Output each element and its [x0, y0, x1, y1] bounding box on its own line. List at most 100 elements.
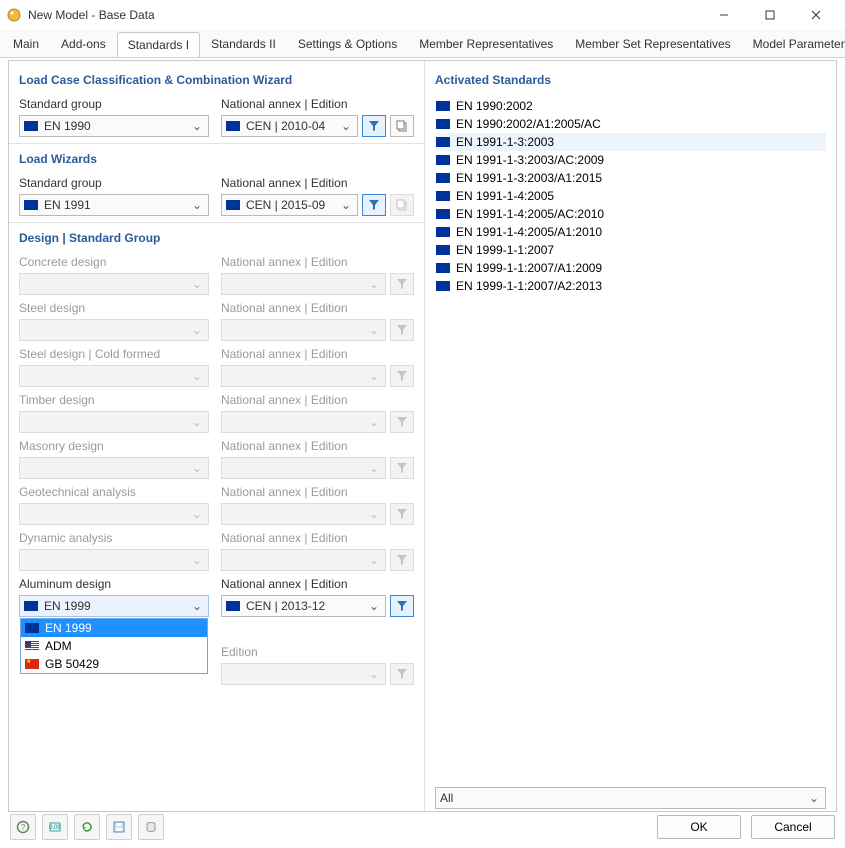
- tab-settings-options[interactable]: Settings & Options: [287, 31, 408, 56]
- label-design-annex-5: National annex | Edition: [221, 485, 386, 499]
- activated-standard-text: EN 1999-1-1:2007: [456, 243, 554, 257]
- chevron-down-icon: ⌄: [190, 415, 204, 429]
- chevron-down-icon: ⌄: [190, 507, 204, 521]
- edition-select: ⌄: [221, 663, 386, 685]
- section-load-wizards-title: Load Wizards: [19, 152, 414, 166]
- activated-standard-item[interactable]: EN 1991-1-3:2003/AC:2009: [435, 151, 826, 169]
- loadwizards-standard-group-value: EN 1991: [44, 198, 190, 212]
- tab-addons[interactable]: Add-ons: [50, 31, 117, 56]
- loadwizards-annex-value: CEN | 2015-09: [246, 198, 339, 212]
- design-standard-select-2: ⌄: [19, 365, 209, 387]
- flag-eu-icon: [24, 121, 38, 131]
- label-design-1: Steel design: [19, 301, 209, 315]
- aluminum-option-adm[interactable]: ADM: [21, 637, 207, 655]
- chevron-down-icon: ⌄: [367, 415, 381, 429]
- chevron-down-icon: ⌄: [190, 323, 204, 337]
- loadwizards-standard-group-select[interactable]: EN 1991 ⌄: [19, 194, 209, 216]
- flag-eu-icon: [24, 200, 38, 210]
- right-panel: Activated Standards EN 1990:2002EN 1990:…: [424, 61, 836, 811]
- option-label: ADM: [45, 639, 72, 653]
- flag-eu-icon: [436, 263, 450, 273]
- tab-standards-ii[interactable]: Standards II: [200, 31, 287, 56]
- loadcase-standard-group-select[interactable]: EN 1990 ⌄: [19, 115, 209, 137]
- chevron-down-icon: ⌄: [339, 198, 353, 212]
- activated-standard-item[interactable]: EN 1991-1-3:2003/A1:2015: [435, 169, 826, 187]
- tool-save-button[interactable]: [106, 814, 132, 840]
- flag-eu-icon: [436, 119, 450, 129]
- loadcase-copy-button[interactable]: [390, 115, 414, 137]
- chevron-down-icon: ⌄: [367, 461, 381, 475]
- chevron-down-icon: ⌄: [190, 119, 204, 133]
- minimize-button[interactable]: [701, 0, 747, 30]
- loadcase-annex-value: CEN | 2010-04: [246, 119, 339, 133]
- section-load-case-title: Load Case Classification & Combination W…: [19, 73, 414, 87]
- aluminum-dropdown-list: EN 1999 ADM GB 50429: [20, 618, 208, 674]
- flag-cn-icon: [25, 659, 39, 669]
- activated-standard-item[interactable]: EN 1999-1-1:2007/A2:2013: [435, 277, 826, 295]
- label-design-0: Concrete design: [19, 255, 209, 269]
- tab-model-parameters[interactable]: Model Parameters: [742, 31, 845, 56]
- label-design-annex-1: National annex | Edition: [221, 301, 386, 315]
- tool-database-button[interactable]: [138, 814, 164, 840]
- flag-eu-icon: [24, 601, 38, 611]
- tool-units-button[interactable]: 0,00: [42, 814, 68, 840]
- loadwizards-annex-select[interactable]: CEN | 2015-09 ⌄: [221, 194, 358, 216]
- flag-eu-icon: [226, 601, 240, 611]
- activated-standard-item[interactable]: EN 1991-1-3:2003: [435, 133, 826, 151]
- aluminum-annex-select[interactable]: CEN | 2013-12 ⌄: [221, 595, 386, 617]
- dialog-body: Load Case Classification & Combination W…: [8, 60, 837, 812]
- activated-standard-text: EN 1990:2002/A1:2005/AC: [456, 117, 601, 131]
- chevron-down-icon: ⌄: [367, 667, 381, 681]
- tool-refresh-button[interactable]: [74, 814, 100, 840]
- design-filter-button-1: [390, 319, 414, 341]
- chevron-down-icon: ⌄: [190, 553, 204, 567]
- label-standard-group-2: Standard group: [19, 176, 209, 190]
- tab-main[interactable]: Main: [2, 31, 50, 56]
- design-standard-select-6: ⌄: [19, 549, 209, 571]
- aluminum-option-en1999[interactable]: EN 1999: [21, 619, 207, 637]
- activated-standard-item[interactable]: EN 1999-1-1:2007: [435, 241, 826, 259]
- titlebar: New Model - Base Data: [0, 0, 845, 30]
- label-design-3: Timber design: [19, 393, 209, 407]
- label-national-annex-2: National annex | Edition: [221, 176, 358, 190]
- activated-standard-item[interactable]: EN 1991-1-4:2005/A1:2010: [435, 223, 826, 241]
- close-button[interactable]: [793, 0, 839, 30]
- loadwizards-copy-button: [390, 194, 414, 216]
- chevron-down-icon: ⌄: [190, 369, 204, 383]
- chevron-down-icon: ⌄: [367, 277, 381, 291]
- loadcase-filter-button[interactable]: [362, 115, 386, 137]
- tab-member-representatives[interactable]: Member Representatives: [408, 31, 564, 56]
- chevron-down-icon: ⌄: [339, 119, 353, 133]
- activated-standard-item[interactable]: EN 1991-1-4:2005: [435, 187, 826, 205]
- tab-standards-i[interactable]: Standards I: [117, 32, 200, 57]
- design-filter-button-5: [390, 503, 414, 525]
- label-national-annex: National annex | Edition: [221, 97, 358, 111]
- activated-standard-item[interactable]: EN 1990:2002: [435, 97, 826, 115]
- cancel-button[interactable]: Cancel: [751, 815, 835, 839]
- label-edition: Edition: [221, 645, 386, 659]
- maximize-button[interactable]: [747, 0, 793, 30]
- activated-standard-text: EN 1991-1-4:2005: [456, 189, 554, 203]
- activated-standard-item[interactable]: EN 1990:2002/A1:2005/AC: [435, 115, 826, 133]
- label-design-6: Dynamic analysis: [19, 531, 209, 545]
- ok-button[interactable]: OK: [657, 815, 741, 839]
- tool-help-button[interactable]: ?: [10, 814, 36, 840]
- design-annex-select-1: ⌄: [221, 319, 386, 341]
- flag-eu-icon: [436, 209, 450, 219]
- aluminum-option-gb50429[interactable]: GB 50429: [21, 655, 207, 673]
- tab-member-set-representatives[interactable]: Member Set Representatives: [564, 31, 741, 56]
- activated-standard-text: EN 1999-1-1:2007/A1:2009: [456, 261, 602, 275]
- activated-filter-value: All: [440, 791, 807, 805]
- aluminum-standard-group-select[interactable]: EN 1999 ⌄ EN 1999 ADM GB 50429: [19, 595, 209, 617]
- chevron-down-icon: ⌄: [190, 277, 204, 291]
- loadwizards-filter-button[interactable]: [362, 194, 386, 216]
- loadcase-annex-select[interactable]: CEN | 2010-04 ⌄: [221, 115, 358, 137]
- design-filter-button-3: [390, 411, 414, 433]
- activated-standard-item[interactable]: EN 1991-1-4:2005/AC:2010: [435, 205, 826, 223]
- activated-standard-item[interactable]: EN 1999-1-1:2007/A1:2009: [435, 259, 826, 277]
- edition-filter-button: [390, 663, 414, 685]
- activated-standards-list: EN 1990:2002 EN 1990:2002/A1:2005/AC EN 19…: [435, 97, 826, 295]
- aluminum-filter-button[interactable]: [390, 595, 414, 617]
- svg-text:?: ?: [21, 823, 26, 832]
- label-aluminum-design: Aluminum design: [19, 577, 209, 591]
